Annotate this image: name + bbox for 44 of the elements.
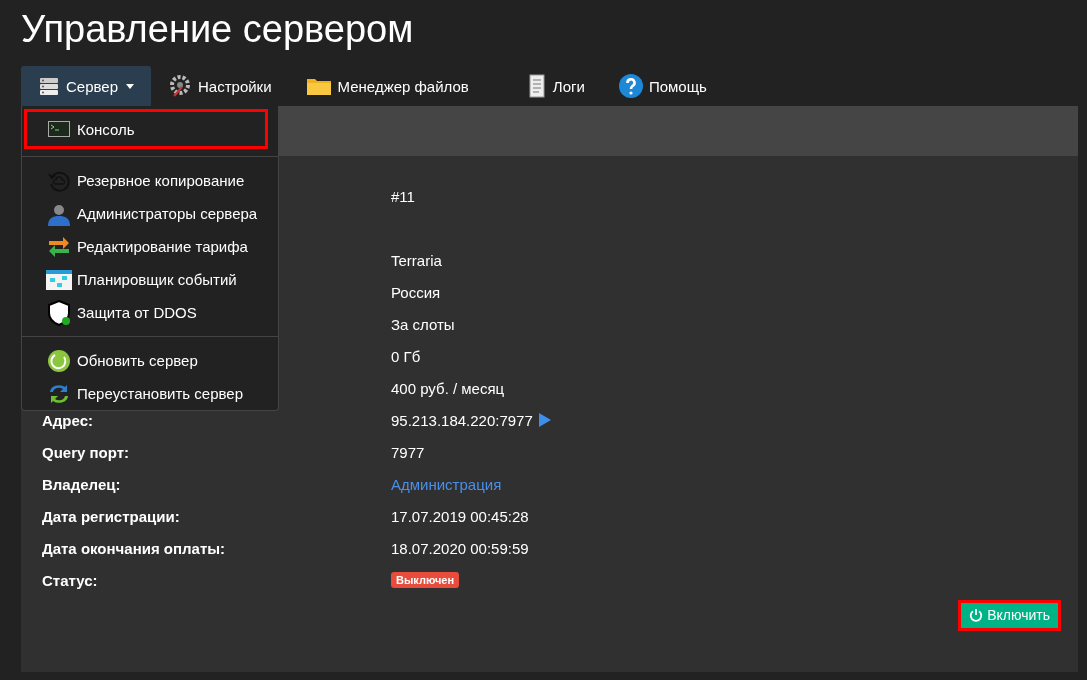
caret-icon — [126, 83, 134, 89]
swap-arrows-icon — [47, 234, 71, 259]
menu-item[interactable]: Защита от DDOS — [22, 296, 278, 329]
field-label: Владелец: — [42, 475, 122, 493]
play-icon[interactable] — [538, 413, 551, 427]
menu-item[interactable]: Администраторы сервера — [22, 197, 278, 230]
calendar-icon — [46, 267, 72, 292]
nav-tab[interactable]: Менеджер файлов — [288, 66, 486, 106]
field-value: 0 Гб — [391, 347, 421, 365]
terminal-icon — [48, 121, 70, 137]
owner-link[interactable]: Администрация — [391, 475, 502, 493]
field-value: 400 руб. / месяц — [391, 379, 505, 397]
menu-item[interactable]: Редактирование тарифа — [22, 230, 278, 263]
menu-item[interactable]: Консоль — [24, 109, 268, 149]
page-title: Управление сервером — [21, 7, 415, 52]
server-icon — [38, 75, 60, 97]
menu-item[interactable]: Планировщик событий — [22, 263, 278, 296]
status-badge: Выключен — [391, 572, 460, 588]
menu-item[interactable]: Обновить сервер — [22, 344, 278, 377]
nav-tab[interactable]: Логи — [509, 66, 602, 106]
document-icon — [526, 74, 547, 98]
nav-tab[interactable]: Сервер — [21, 66, 151, 106]
field-value: #11 — [391, 187, 415, 205]
field-label: Query порт: — [42, 443, 131, 461]
nav-tab[interactable]: Настройки — [151, 66, 289, 106]
power-icon — [969, 608, 984, 622]
field-value: 17.07.2019 00:45:28 — [391, 507, 529, 525]
help-icon — [618, 74, 643, 98]
field-value: Россия — [391, 283, 441, 301]
gear-icon — [168, 74, 192, 98]
field-value: Terraria — [391, 251, 442, 269]
field-value: 95.213.184.220:7977 — [391, 411, 533, 429]
menu-item[interactable]: Переустановить сервер — [22, 377, 278, 410]
field-label: Адрес: — [42, 411, 94, 429]
field-value: За слоты — [391, 315, 455, 333]
field-label: Дата регистрации: — [42, 507, 181, 525]
menu-item[interactable]: Резервное копирование — [22, 164, 278, 197]
refresh-icon — [47, 348, 71, 373]
field-value: 18.07.2020 00:59:59 — [391, 539, 529, 557]
nav-tab[interactable]: Помощь — [601, 66, 724, 106]
shield-icon — [47, 299, 71, 326]
field-label: Дата окончания оплаты: — [42, 539, 227, 557]
field-label: Статус: — [42, 571, 99, 589]
field-value: 7977 — [391, 443, 425, 461]
